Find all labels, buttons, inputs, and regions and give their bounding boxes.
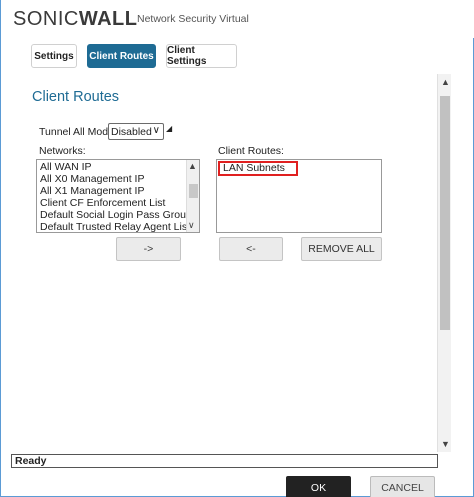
chevron-down-icon[interactable]: ∨ [188, 220, 195, 231]
networks-label: Networks: [39, 145, 86, 157]
logo-text-sonic: SONIC [13, 8, 79, 30]
list-item[interactable]: LAN Subnets [218, 161, 298, 176]
content-panel: Client Routes Tunnel All Mode: Disabled … [1, 74, 437, 452]
remove-route-button[interactable]: <- [219, 237, 283, 261]
list-item[interactable]: Client CF Enforcement List [40, 197, 165, 209]
cancel-button[interactable]: CANCEL [370, 476, 435, 497]
header: SONICWALL Network Security Virtual [1, 0, 474, 38]
networks-scrollbar[interactable]: ▲ ∨ [186, 160, 199, 232]
page-title: Client Routes [32, 89, 120, 105]
list-item[interactable]: All WAN IP [40, 161, 92, 173]
networks-list[interactable]: All WAN IP All X0 Management IP All X1 M… [36, 159, 200, 233]
chevron-down-icon: ∨ [152, 125, 160, 136]
sonicwall-logo: SONICWALL [13, 8, 138, 31]
scroll-thumb[interactable] [189, 184, 198, 198]
scroll-up-icon[interactable]: ▲ [188, 161, 197, 171]
client-routes-list[interactable]: LAN Subnets [216, 159, 382, 233]
page-scrollbar[interactable]: ▲ ▼ [437, 74, 451, 452]
tunnel-all-mode-value: Disabled [111, 125, 152, 138]
tunnel-all-mode-select[interactable]: Disabled ∨ [108, 123, 164, 140]
scroll-up-icon[interactable]: ▲ [441, 77, 450, 87]
list-item[interactable]: All X1 Management IP [40, 185, 144, 197]
ok-button[interactable]: OK [286, 476, 351, 497]
remove-all-button[interactable]: REMOVE ALL [301, 237, 382, 261]
client-routes-label: Client Routes: [218, 145, 284, 157]
tick-icon: ◢ [166, 124, 173, 133]
list-item[interactable]: Default Trusted Relay Agent List [40, 221, 190, 232]
list-item[interactable]: All X0 Management IP [40, 173, 144, 185]
tab-client-routes[interactable]: Client Routes [87, 44, 156, 68]
product-name: Network Security Virtual [137, 13, 249, 25]
add-route-button[interactable]: -> [116, 237, 181, 261]
scroll-thumb[interactable] [440, 96, 450, 330]
status-bar: Ready [11, 454, 438, 468]
tab-settings[interactable]: Settings [31, 44, 77, 68]
logo-text-wall: WALL [78, 8, 138, 30]
list-item[interactable]: Default Social Login Pass Group [40, 209, 192, 221]
dialog-window: SONICWALL Network Security Virtual Setti… [0, 0, 474, 497]
scroll-down-icon[interactable]: ▼ [441, 439, 450, 449]
tunnel-all-mode-label: Tunnel All Mode: [39, 126, 117, 138]
tab-client-settings[interactable]: Client Settings [166, 44, 237, 68]
